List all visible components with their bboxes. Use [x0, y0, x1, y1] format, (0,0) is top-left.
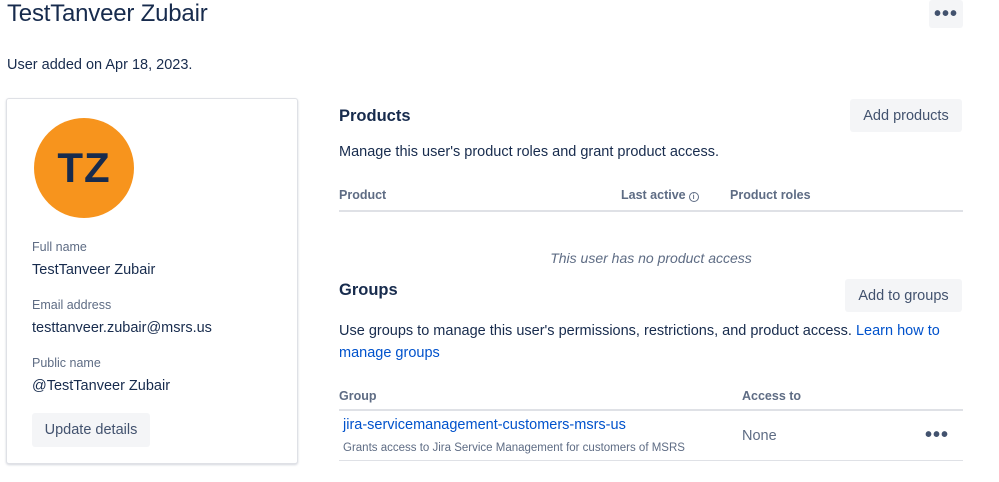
- products-description: Manage this user's product roles and gra…: [339, 144, 719, 160]
- email-value: testtanveer.zubair@msrs.us: [32, 320, 212, 336]
- column-header-product-roles[interactable]: Product roles: [730, 188, 811, 202]
- public-name-label: Public name: [32, 356, 101, 370]
- column-header-group[interactable]: Group: [339, 389, 377, 403]
- info-icon[interactable]: i: [688, 192, 699, 202]
- full-name-label: Full name: [32, 240, 87, 254]
- products-empty-state: This user has no product access: [550, 250, 752, 266]
- email-label: Email address: [32, 298, 112, 312]
- user-added-date: User added on Apr 18, 2023.: [7, 57, 193, 73]
- profile-card: TZ Full name TestTanveer Zubair Email ad…: [6, 98, 298, 464]
- groups-table-divider: [339, 409, 963, 411]
- add-to-groups-button[interactable]: Add to groups: [845, 279, 962, 312]
- groups-heading: Groups: [339, 281, 398, 299]
- group-name-link[interactable]: jira-servicemanagement-customers-msrs-us: [343, 417, 626, 433]
- add-products-button[interactable]: Add products: [850, 99, 962, 132]
- products-heading: Products: [339, 107, 411, 125]
- learn-manage-groups-link[interactable]: Learn how to: [856, 323, 940, 339]
- column-header-access-to[interactable]: Access to: [742, 389, 801, 403]
- group-row-more-button[interactable]: •••: [922, 422, 952, 448]
- column-header-last-active[interactable]: Last active i: [621, 188, 699, 202]
- public-name-value: @TestTanveer Zubair: [32, 378, 171, 394]
- last-active-label: Last active: [621, 188, 686, 202]
- more-actions-button[interactable]: •••: [929, 0, 963, 28]
- more-icon: •••: [924, 423, 949, 446]
- group-description: Grants access to Jira Service Management…: [343, 442, 685, 454]
- groups-description: Use groups to manage this user's permiss…: [339, 320, 963, 342]
- update-details-button[interactable]: Update details: [32, 413, 150, 447]
- full-name-value: TestTanveer Zubair: [32, 262, 156, 278]
- column-header-product[interactable]: Product: [339, 188, 386, 202]
- more-icon: •••: [933, 3, 958, 25]
- learn-manage-groups-link-continued[interactable]: manage groups: [339, 342, 440, 364]
- group-access-value: None: [742, 428, 777, 444]
- products-table-divider: [339, 210, 963, 212]
- groups-row-divider: [339, 460, 963, 461]
- groups-description-text: Use groups to manage this user's permiss…: [339, 323, 856, 339]
- avatar: TZ: [34, 118, 134, 218]
- page-title: TestTanveer Zubair: [7, 0, 208, 27]
